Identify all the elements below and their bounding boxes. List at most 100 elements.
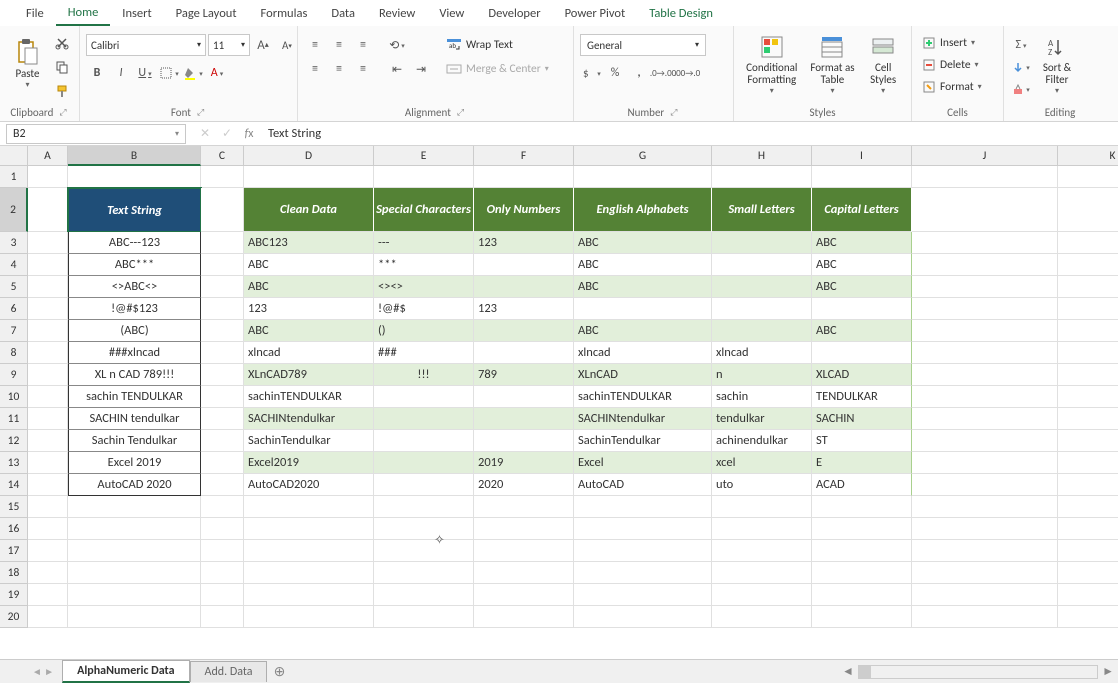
cell[interactable] bbox=[712, 320, 812, 342]
cell[interactable] bbox=[201, 408, 244, 430]
col-header-k[interactable]: K bbox=[1058, 146, 1118, 166]
cell[interactable] bbox=[574, 298, 712, 320]
decrease-decimal-button[interactable]: .00→.0 bbox=[676, 62, 698, 84]
cell[interactable] bbox=[374, 452, 474, 474]
row-header[interactable]: 8 bbox=[0, 342, 28, 364]
cell[interactable] bbox=[912, 474, 1058, 496]
cell[interactable]: ACAD bbox=[812, 474, 912, 496]
cell[interactable]: xlncad bbox=[574, 342, 712, 364]
row-header[interactable]: 5 bbox=[0, 276, 28, 298]
row-header[interactable]: 20 bbox=[0, 606, 28, 628]
cell[interactable] bbox=[1058, 606, 1118, 628]
cell[interactable]: ###xlncad bbox=[68, 342, 201, 364]
cell[interactable] bbox=[474, 518, 574, 540]
row-header[interactable]: 10 bbox=[0, 386, 28, 408]
col-header-h[interactable]: H bbox=[712, 146, 812, 166]
cell[interactable]: SachinTendulkar bbox=[574, 430, 712, 452]
cell[interactable] bbox=[812, 496, 912, 518]
cell[interactable] bbox=[374, 518, 474, 540]
cell[interactable] bbox=[912, 320, 1058, 342]
cell-styles-button[interactable]: Cell Styles▾ bbox=[861, 30, 905, 100]
conditional-formatting-button[interactable]: Conditional Formatting▾ bbox=[740, 30, 804, 100]
cell[interactable]: 2019 bbox=[474, 452, 574, 474]
cell[interactable]: Special Characters bbox=[374, 188, 474, 232]
cell[interactable] bbox=[912, 518, 1058, 540]
cell[interactable]: ABC bbox=[244, 254, 374, 276]
cell[interactable]: 123 bbox=[474, 232, 574, 254]
cell[interactable] bbox=[1058, 386, 1118, 408]
row-header[interactable]: 16 bbox=[0, 518, 28, 540]
cell[interactable]: ABC bbox=[812, 276, 912, 298]
cell[interactable]: Excel 2019 bbox=[68, 452, 201, 474]
cell[interactable]: ABC*** bbox=[68, 254, 201, 276]
cell[interactable] bbox=[912, 386, 1058, 408]
cell[interactable] bbox=[68, 540, 201, 562]
cell[interactable] bbox=[1058, 320, 1118, 342]
cell[interactable] bbox=[574, 606, 712, 628]
cell[interactable]: ABC bbox=[812, 254, 912, 276]
cell[interactable]: English Alphabets bbox=[574, 188, 712, 232]
cell[interactable] bbox=[812, 298, 912, 320]
horizontal-scrollbar[interactable]: ◄ ► bbox=[838, 665, 1118, 679]
cell[interactable] bbox=[574, 584, 712, 606]
cell[interactable] bbox=[28, 254, 68, 276]
fill-color-button[interactable] bbox=[182, 62, 204, 84]
decrease-indent-button[interactable]: ⇤ bbox=[386, 58, 408, 80]
cell[interactable] bbox=[28, 430, 68, 452]
increase-font-button[interactable]: A▴ bbox=[252, 34, 274, 56]
row-header[interactable]: 15 bbox=[0, 496, 28, 518]
cell[interactable]: AutoCAD bbox=[574, 474, 712, 496]
cell[interactable] bbox=[28, 386, 68, 408]
cell[interactable]: E bbox=[812, 452, 912, 474]
cell[interactable]: uto bbox=[712, 474, 812, 496]
cell[interactable]: Excel bbox=[574, 452, 712, 474]
cell[interactable]: achinendulkar bbox=[712, 430, 812, 452]
cell[interactable] bbox=[912, 342, 1058, 364]
cell[interactable]: XLnCAD789 bbox=[244, 364, 374, 386]
tab-home[interactable]: Home bbox=[56, 1, 111, 26]
cell[interactable] bbox=[201, 540, 244, 562]
sheet-nav[interactable]: ◄ ► bbox=[24, 665, 62, 678]
cell[interactable]: n bbox=[712, 364, 812, 386]
cell[interactable] bbox=[374, 430, 474, 452]
cell[interactable] bbox=[68, 562, 201, 584]
cell[interactable]: () bbox=[374, 320, 474, 342]
cell[interactable] bbox=[912, 606, 1058, 628]
cell[interactable] bbox=[1058, 540, 1118, 562]
cell[interactable] bbox=[201, 342, 244, 364]
format-as-table-button[interactable]: Format as Table▾ bbox=[806, 30, 860, 100]
cell[interactable] bbox=[1058, 496, 1118, 518]
cell[interactable]: 123 bbox=[474, 298, 574, 320]
cell[interactable] bbox=[1058, 562, 1118, 584]
cell[interactable] bbox=[28, 496, 68, 518]
cell[interactable] bbox=[201, 276, 244, 298]
tab-insert[interactable]: Insert bbox=[110, 2, 163, 25]
cell[interactable] bbox=[28, 452, 68, 474]
cell[interactable]: *** bbox=[374, 254, 474, 276]
copy-button[interactable] bbox=[51, 56, 73, 78]
italic-button[interactable]: I bbox=[110, 62, 132, 84]
cell[interactable] bbox=[474, 254, 574, 276]
row-header[interactable]: 18 bbox=[0, 562, 28, 584]
cell[interactable] bbox=[712, 298, 812, 320]
font-size-select[interactable]: 11▾ bbox=[208, 34, 250, 56]
cell[interactable] bbox=[712, 584, 812, 606]
cell[interactable]: Only Numbers bbox=[474, 188, 574, 232]
cell[interactable] bbox=[474, 408, 574, 430]
cell[interactable] bbox=[1058, 364, 1118, 386]
comma-button[interactable]: , bbox=[628, 62, 650, 84]
cell[interactable] bbox=[812, 540, 912, 562]
cell[interactable] bbox=[712, 496, 812, 518]
cell[interactable] bbox=[201, 518, 244, 540]
cell[interactable]: SACHINtendulkar bbox=[574, 408, 712, 430]
cell[interactable]: SACHIN bbox=[812, 408, 912, 430]
cell[interactable]: ABC bbox=[244, 276, 374, 298]
number-launcher[interactable]: ⤢ bbox=[668, 107, 679, 118]
align-left-button[interactable]: ≡ bbox=[304, 58, 326, 80]
cell[interactable] bbox=[574, 166, 712, 188]
cell[interactable]: --- bbox=[374, 232, 474, 254]
cell[interactable] bbox=[474, 496, 574, 518]
cell[interactable] bbox=[374, 386, 474, 408]
fill-button[interactable] bbox=[1010, 56, 1032, 78]
col-header-d[interactable]: D bbox=[244, 146, 374, 166]
